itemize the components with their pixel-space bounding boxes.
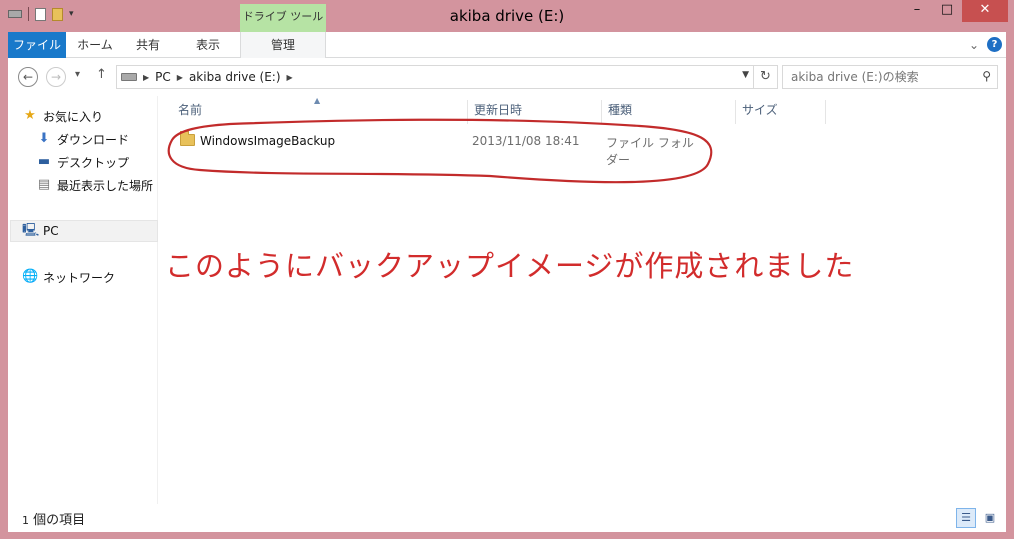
nav-item-label: ネットワーク (43, 270, 116, 285)
tab-file[interactable]: ファイル (8, 32, 66, 58)
tab-manage[interactable]: 管理 (240, 32, 326, 58)
nav-item-label: ダウンロード (57, 132, 130, 147)
breadcrumb-drive[interactable]: akiba drive (E:) (189, 70, 281, 84)
refresh-button[interactable]: ↻ (753, 66, 777, 88)
close-button[interactable]: ✕ (962, 0, 1008, 22)
view-switcher: ☰ ▣ (956, 508, 1000, 528)
breadcrumb-pc[interactable]: PC (155, 70, 171, 84)
ribbon-tabs: ファイル ホーム 共有 表示 管理 ⌄ ? (8, 32, 1006, 58)
nav-item-downloads[interactable]: ⬇ ダウンロード (36, 129, 129, 149)
nav-item-recent-places[interactable]: ▤ 最近表示した場所 (36, 175, 153, 195)
back-button[interactable]: ← (18, 67, 38, 87)
nav-item-label: PC (43, 224, 59, 238)
ribbon-controls: ⌄ ? (969, 37, 1002, 52)
chevron-right-icon[interactable]: ▶ (143, 73, 149, 82)
large-icons-view-icon[interactable]: ▣ (980, 508, 1000, 528)
item-count-label: 個の項目 (33, 513, 86, 528)
search-box[interactable]: ⚲ (782, 65, 998, 89)
address-bar[interactable]: ▶ PC ▶ akiba drive (E:) ▶ ▼ ↻ (116, 65, 778, 89)
maximize-button[interactable]: □ (932, 0, 962, 22)
nav-item-network[interactable]: 🌐 ネットワーク (22, 267, 115, 287)
help-icon[interactable]: ? (987, 37, 1002, 52)
column-header-size[interactable]: サイズ (736, 100, 826, 124)
download-folder-icon: ⬇ (38, 131, 50, 146)
computer-icon: 🖳 (22, 223, 40, 238)
chevron-right-icon[interactable]: ▶ (177, 73, 183, 82)
recent-places-icon: ▤ (37, 177, 51, 192)
window-title: akiba drive (E:) (449, 7, 565, 25)
annotation-circle (167, 118, 713, 184)
nav-item-desktop[interactable]: ▬ デスクトップ (36, 152, 129, 172)
nav-item-pc[interactable]: 🖳 PC (22, 221, 59, 241)
nav-item-label: デスクトップ (57, 155, 130, 170)
navigation-pane: ★ お気に入り ⬇ ダウンロード ▬ デスクトップ ▤ 最近表示した場所 🖳 P… (8, 96, 158, 504)
window-controls: – □ ✕ (902, 0, 1008, 22)
nav-item-label: お気に入り (43, 109, 104, 124)
star-icon: ★ (24, 108, 36, 123)
drive-tools-context-label: ドライブ ツール (240, 4, 326, 32)
chevron-right-icon[interactable]: ▶ (287, 73, 293, 82)
search-icon[interactable]: ⚲ (982, 69, 991, 83)
annotation-text: このようにバックアップイメージが作成されました (165, 249, 855, 283)
network-icon: 🌐 (22, 269, 39, 284)
navigation-bar: ← → ▾ ↑ ▶ PC ▶ akiba drive (E:) ▶ ▼ ↻ ⚲ (8, 58, 1006, 96)
nav-item-favorites[interactable]: ★ お気に入り (22, 106, 103, 126)
tab-view[interactable]: 表示 (188, 32, 228, 58)
up-button[interactable]: ↑ (96, 67, 107, 82)
recent-locations-icon[interactable]: ▾ (75, 69, 80, 80)
search-input[interactable] (791, 70, 971, 84)
nav-item-label: 最近表示した場所 (57, 178, 154, 193)
item-count: 1 個の項目 (22, 509, 85, 528)
tab-home[interactable]: ホーム (70, 32, 120, 58)
drive-icon (121, 73, 137, 81)
expand-ribbon-icon[interactable]: ⌄ (969, 38, 979, 52)
address-dropdown-icon[interactable]: ▼ (742, 70, 749, 80)
details-view-icon[interactable]: ☰ (956, 508, 976, 528)
forward-button[interactable]: → (46, 67, 66, 87)
tab-share[interactable]: 共有 (128, 32, 168, 58)
desktop-icon: ▬ (37, 154, 51, 169)
minimize-button[interactable]: – (902, 0, 932, 22)
status-bar: 1 個の項目 ☰ ▣ (8, 504, 1006, 532)
title-bar: ▾ akiba drive (E:) – □ ✕ (0, 0, 1014, 32)
item-count-number: 1 (22, 514, 29, 527)
